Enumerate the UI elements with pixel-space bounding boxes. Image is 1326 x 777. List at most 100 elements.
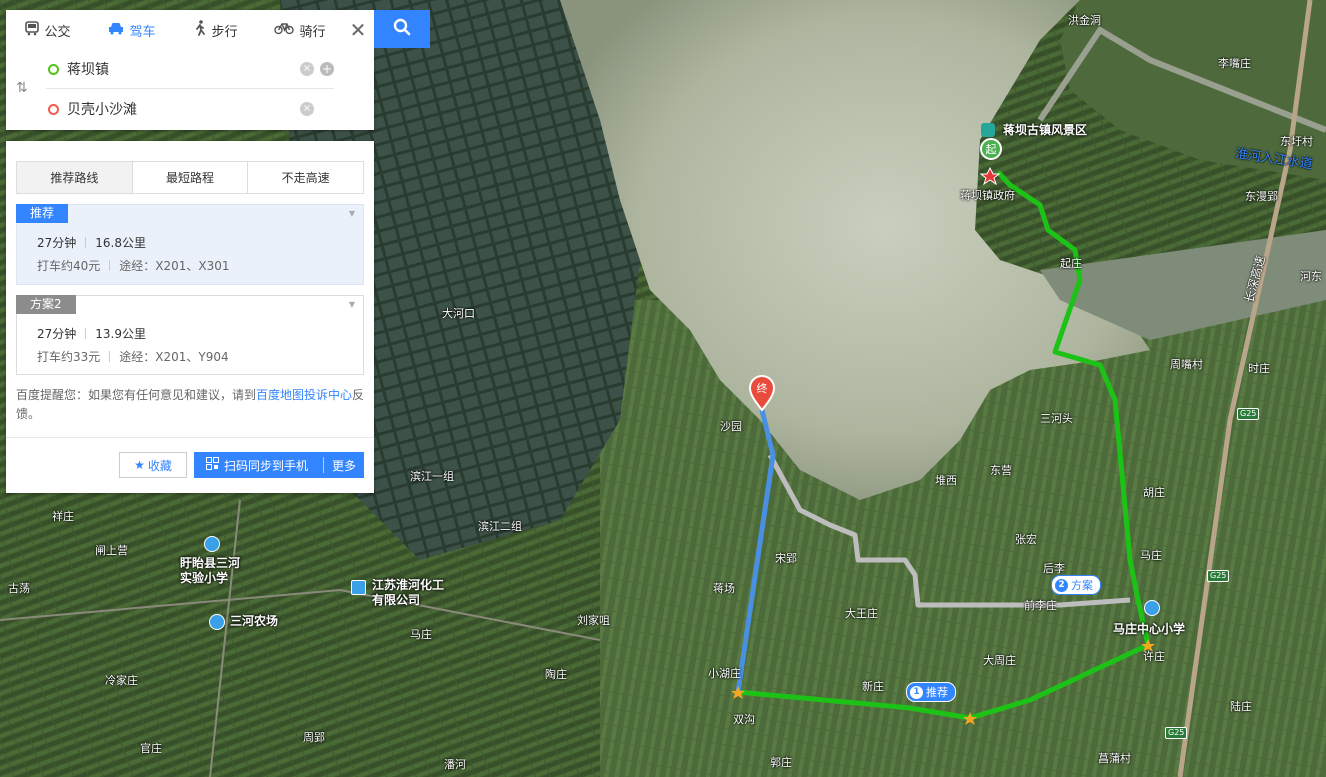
place-label: 滨江一组 (410, 470, 454, 483)
route-via: 途经：X201、Y904 (119, 350, 229, 364)
scenic-icon (981, 123, 995, 137)
poi-chemical-company[interactable]: 江苏淮河化工 有限公司 (372, 578, 444, 608)
place-label: 陆庄 (1230, 700, 1252, 713)
place-label: 周嘴村 (1170, 358, 1203, 371)
bike-icon (274, 21, 295, 39)
route-summary: 27分钟 13.9公里 (37, 325, 146, 342)
school-icon[interactable] (1144, 600, 1160, 616)
chevron-down-icon[interactable]: ▼ (349, 300, 355, 309)
clear-icon[interactable]: × (300, 102, 314, 116)
place-label: 沙园 (720, 420, 742, 433)
favorite-button[interactable]: ★ 收藏 (119, 452, 187, 478)
start-marker-text: 起 (986, 143, 997, 156)
place-label: 堆西 (935, 474, 957, 487)
place-label: 潘河 (444, 758, 466, 771)
clear-icon[interactable]: × (300, 62, 314, 76)
divider (6, 437, 374, 438)
tab-no-highway[interactable]: 不走高速 (247, 162, 364, 193)
place-label: 东圩村 (1280, 135, 1313, 148)
chevron-down-icon[interactable]: ▼ (349, 209, 355, 218)
tab-bike[interactable]: 骑行 (258, 10, 342, 50)
destination-input[interactable]: 贝壳小沙滩 (67, 99, 294, 119)
search-button[interactable] (374, 10, 430, 48)
swap-icon[interactable]: ⇅ (16, 80, 28, 96)
tab-bus[interactable]: 公交 (6, 10, 90, 50)
route-badge-alternative[interactable]: 2 方案 (1051, 575, 1101, 595)
destination-field[interactable]: 贝壳小沙滩 × (46, 90, 334, 128)
complaint-center-link[interactable]: 百度地图投诉中心 (256, 388, 352, 402)
origin-dot-icon (48, 63, 59, 75)
place-label: 大王庄 (845, 607, 878, 620)
place-label: 许庄 (1143, 650, 1165, 663)
place-label: 新庄 (862, 680, 884, 693)
sync-to-phone-button[interactable]: 扫码同步到手机 (194, 457, 323, 474)
poi-mazhuang-school[interactable]: 马庄中心小学 (1113, 622, 1185, 637)
place-label: 起庄 (1060, 257, 1082, 270)
more-button[interactable]: 更多 (324, 457, 364, 474)
place-label: 祥庄 (52, 510, 74, 523)
place-label: 宋郢 (775, 552, 797, 565)
place-label: 大周庄 (983, 654, 1016, 667)
route-taxi-fare: 打车约33元 (37, 350, 101, 364)
route-card-1[interactable]: 推荐 ▼ 27分钟 16.8公里 打车约40元 途经：X201、X301 (16, 204, 364, 285)
place-label: 李嘴庄 (1218, 57, 1251, 70)
send-to-phone-group: 扫码同步到手机 更多 (194, 452, 364, 478)
place-label: 前李庄 (1024, 599, 1057, 612)
route-duration: 27分钟 (37, 236, 77, 250)
route-card-2[interactable]: 方案2 ▼ 27分钟 13.9公里 打车约33元 途经：X201、Y904 (16, 295, 364, 375)
tab-recommended[interactable]: 推荐路线 (17, 162, 132, 193)
poi-school-sanhe[interactable]: 盱眙县三河 实验小学 (180, 556, 240, 586)
badge-number: 2 (1055, 578, 1068, 592)
add-waypoint-icon[interactable]: + (320, 62, 334, 76)
close-icon[interactable]: ✕ (342, 10, 374, 50)
sync-label: 扫码同步到手机 (224, 458, 309, 473)
place-label: 郭庄 (770, 756, 792, 769)
place-label: 马庄 (1140, 549, 1162, 562)
place-label: 小湖庄 (708, 667, 741, 680)
place-label: 古荡 (8, 582, 30, 595)
favorite-label: 收藏 (147, 458, 172, 473)
transport-mode-tabs: 公交 驾车 步行 骑行 (6, 10, 342, 50)
route-details: 打车约33元 途经：X201、Y904 (37, 348, 229, 365)
origin-input[interactable]: 蒋坝镇 (67, 59, 294, 79)
tab-walk[interactable]: 步行 (174, 10, 258, 50)
poi-sanhe-farm[interactable]: 三河农场 (230, 614, 278, 629)
badge-label: 方案 (1071, 579, 1093, 592)
tab-label: 步行 (211, 24, 238, 40)
place-label: 张宏 (1015, 533, 1037, 546)
place-label: 周郢 (303, 731, 325, 744)
walk-icon (194, 20, 206, 40)
route-via: 途经：X201、X301 (119, 259, 230, 273)
place-label: 官庄 (140, 742, 162, 755)
origin-field[interactable]: 蒋坝镇 × + (46, 50, 334, 89)
farm-icon[interactable] (209, 614, 225, 630)
place-label: 大河口 (442, 307, 475, 320)
place-label: 东漫郢 (1245, 190, 1278, 203)
highway-shield: G25 (1237, 408, 1260, 420)
place-label: 陶庄 (545, 668, 567, 681)
place-label: 马庄 (410, 628, 432, 641)
highway-shield: G25 (1165, 727, 1188, 739)
school-icon[interactable] (204, 536, 220, 552)
tab-shortest[interactable]: 最短路程 (131, 162, 248, 193)
poi-scenic-area[interactable]: 蒋坝古镇风景区 (1003, 123, 1087, 138)
route-search-box: 公交 驾车 步行 骑行 ✕ ⇅ 蒋坝镇 × + 贝壳小沙滩 × (6, 10, 374, 130)
route-distance: 13.9公里 (95, 327, 147, 341)
route-tag: 方案2 (16, 295, 76, 314)
place-label: 时庄 (1248, 362, 1270, 375)
feedback-notice: 百度提醒您：如果您有任何意见和建议，请到百度地图投诉中心反馈。 (16, 386, 366, 424)
route-result-panel: 推荐路线 最短路程 不走高速 推荐 ▼ 27分钟 16.8公里 打车约40元 途经：… (6, 141, 374, 493)
route-distance: 16.8公里 (95, 236, 147, 250)
route-badge-recommended[interactable]: 1 推荐 (906, 682, 956, 702)
tab-drive[interactable]: 驾车 (90, 10, 174, 50)
bus-icon (25, 20, 40, 40)
place-label: 后李 (1043, 562, 1065, 575)
place-label: 洪金洞 (1068, 14, 1101, 27)
company-icon[interactable] (351, 580, 366, 595)
place-label: 东营 (990, 464, 1012, 477)
tab-label: 骑行 (299, 24, 326, 40)
star-icon: ★ (134, 458, 145, 472)
route-summary: 27分钟 16.8公里 (37, 234, 146, 251)
poi-government[interactable]: 蒋坝镇政府 (960, 187, 1015, 203)
notice-text: 百度提醒您：如果您有任何意见和建议，请到 (16, 388, 257, 402)
